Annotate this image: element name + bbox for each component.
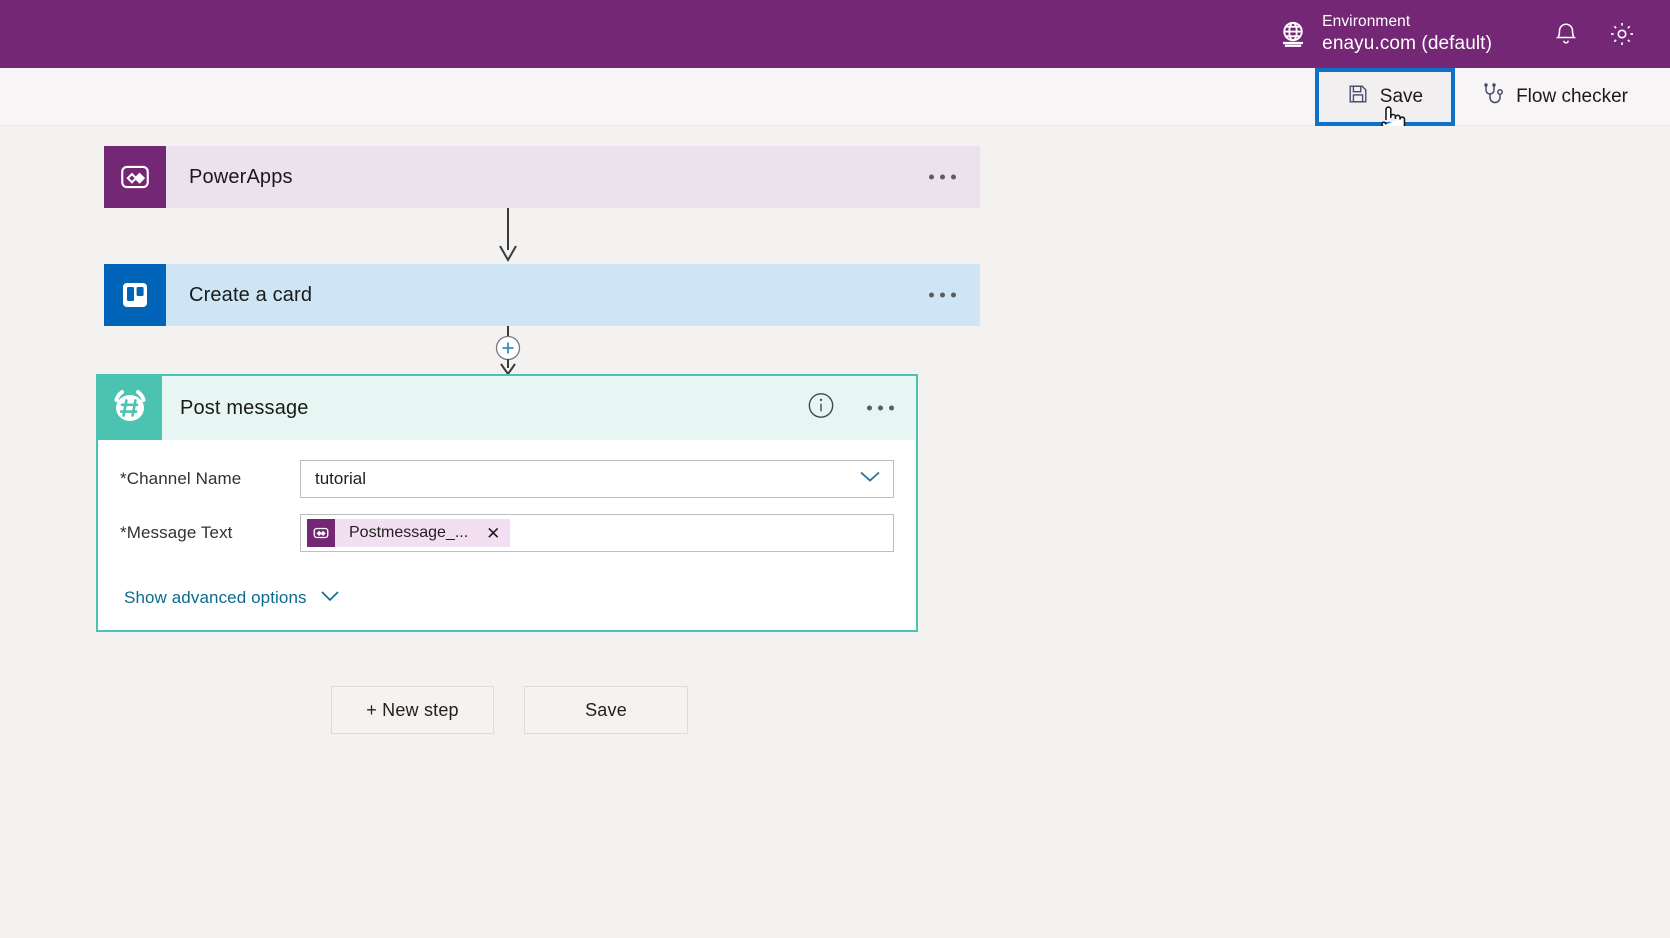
- slack-icon: [98, 376, 162, 440]
- gear-icon: [1608, 20, 1636, 48]
- top-navigation-bar: Environment enayu.com (default): [0, 0, 1670, 68]
- flow-step-post-message[interactable]: Post message *Channel Name tutorial *Mes…: [96, 374, 918, 632]
- flow-step-powerapps[interactable]: PowerApps: [104, 146, 980, 208]
- field-message-text: *Message Text Postmessage_... ✕: [120, 514, 894, 552]
- required-asterisk: *: [120, 523, 127, 542]
- environment-label: Environment: [1322, 13, 1411, 31]
- step-header[interactable]: PowerApps: [104, 146, 980, 208]
- ellipsis-icon[interactable]: [929, 174, 956, 180]
- show-advanced-options-button[interactable]: Show advanced options: [124, 588, 341, 608]
- save-button-canvas[interactable]: Save: [524, 686, 688, 734]
- message-text-label: Message Text: [126, 523, 233, 542]
- save-disk-icon: [1347, 83, 1369, 111]
- step-title: Post message: [180, 396, 309, 419]
- save-button-highlight: Save: [1314, 67, 1456, 140]
- show-advanced-options-label: Show advanced options: [124, 588, 307, 607]
- command-bar: Save Flow checker: [0, 67, 1670, 140]
- canvas-action-buttons: + New step Save: [331, 686, 688, 734]
- dynamic-content-token[interactable]: Postmessage_... ✕: [307, 519, 511, 547]
- environment-selector[interactable]: Environment enayu.com (default): [1278, 12, 1492, 55]
- save-button-label: Save: [1379, 85, 1424, 107]
- stethoscope-icon: [1481, 82, 1505, 112]
- chevron-down-icon: [319, 588, 341, 608]
- powerapps-icon: [307, 519, 335, 547]
- info-icon[interactable]: [807, 392, 835, 425]
- trello-icon: [104, 264, 166, 326]
- connector-arrow: [478, 208, 538, 271]
- step-title: Create a card: [189, 283, 313, 306]
- step-header[interactable]: Post message: [98, 376, 916, 440]
- field-label: *Channel Name: [120, 469, 300, 489]
- powerapps-icon: [104, 146, 166, 208]
- field-label: *Message Text: [120, 523, 300, 543]
- step-header[interactable]: Create a card: [104, 264, 980, 326]
- bell-icon: [1553, 21, 1579, 47]
- chevron-down-icon[interactable]: [856, 468, 884, 491]
- field-channel-name: *Channel Name tutorial: [120, 460, 894, 498]
- flow-checker-label: Flow checker: [1516, 85, 1628, 107]
- flow-checker-button[interactable]: Flow checker: [1465, 75, 1644, 119]
- channel-name-value: tutorial: [315, 469, 367, 488]
- flow-step-create-a-card[interactable]: Create a card: [104, 264, 980, 326]
- step-title: PowerApps: [189, 165, 293, 188]
- token-label: Postmessage_...: [349, 524, 469, 541]
- flow-designer-canvas: PowerApps Create a card Post message *Ch…: [0, 126, 1670, 938]
- channel-name-label: Channel Name: [126, 469, 242, 488]
- new-step-button[interactable]: + New step: [331, 686, 494, 734]
- channel-name-input[interactable]: tutorial: [300, 460, 894, 498]
- required-asterisk: *: [120, 469, 127, 488]
- notifications-button[interactable]: [1538, 6, 1594, 62]
- settings-button[interactable]: [1594, 6, 1650, 62]
- save-button[interactable]: Save: [1331, 75, 1439, 119]
- environment-value: enayu.com (default): [1322, 32, 1492, 54]
- message-text-input[interactable]: Postmessage_... ✕: [300, 514, 894, 552]
- ellipsis-icon[interactable]: [929, 292, 956, 298]
- step-body: *Channel Name tutorial *Message Text Pos…: [98, 440, 916, 630]
- close-icon[interactable]: ✕: [484, 525, 502, 542]
- ellipsis-icon[interactable]: [867, 405, 894, 411]
- globe-icon: [1278, 19, 1308, 49]
